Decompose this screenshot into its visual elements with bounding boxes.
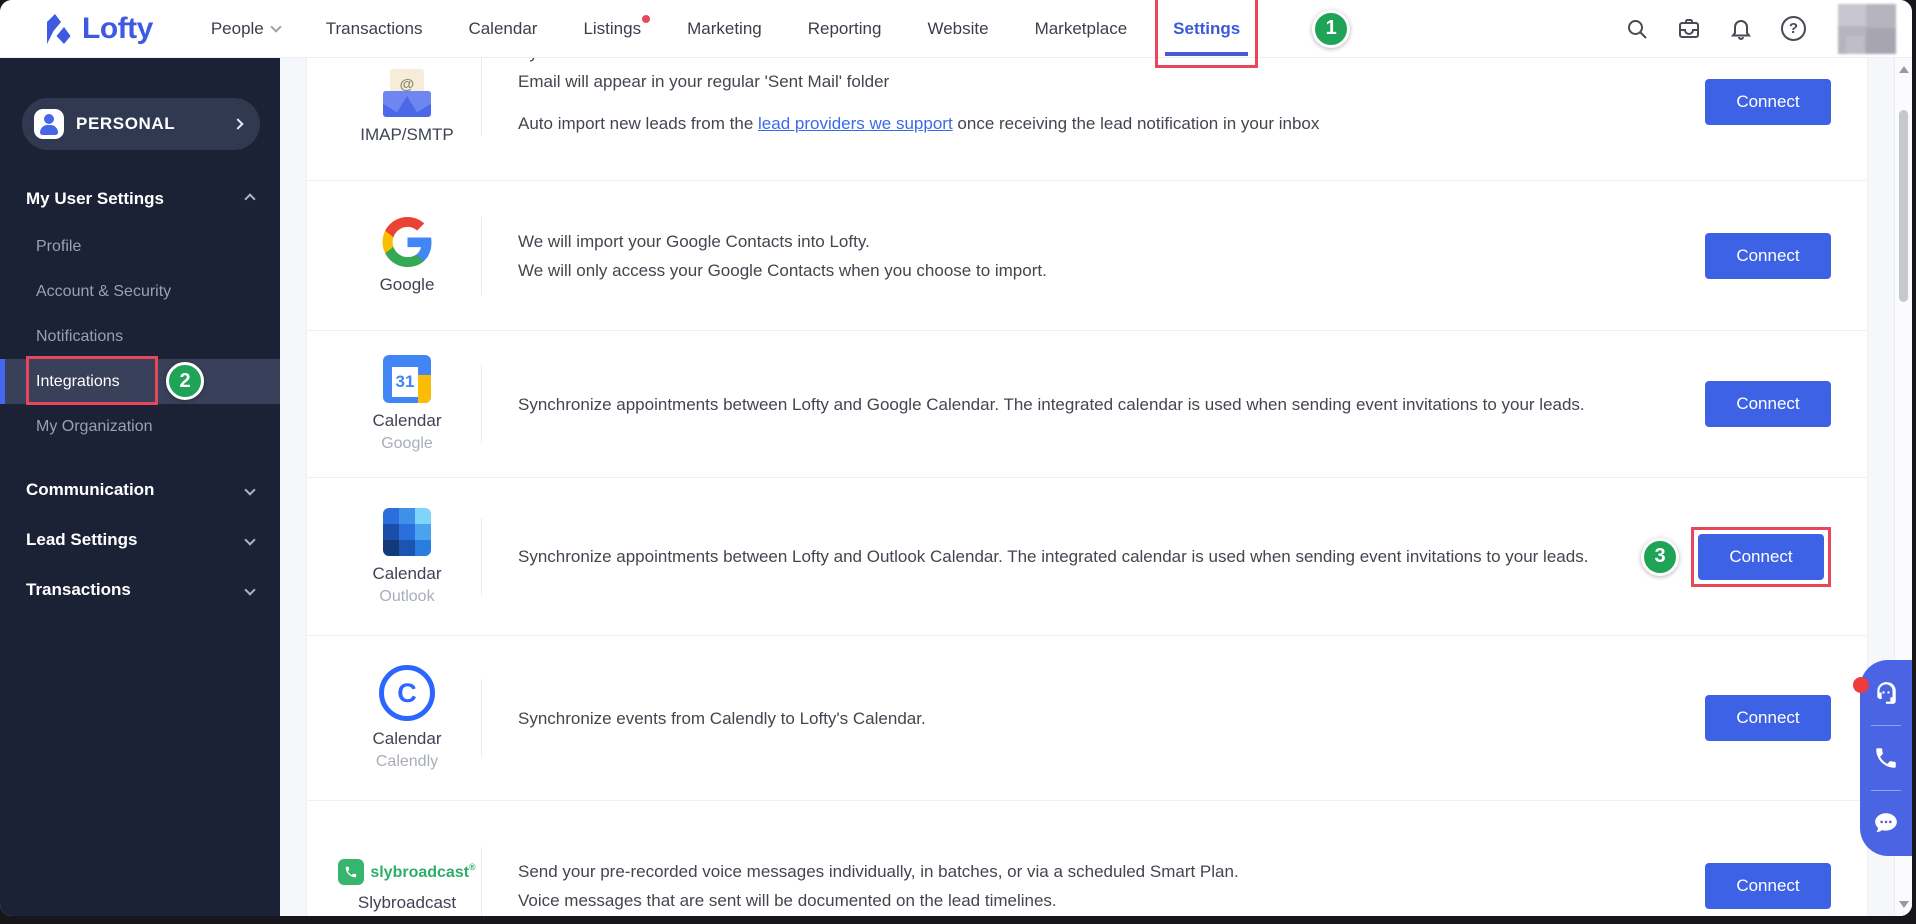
scrollbar-thumb[interactable] xyxy=(1899,110,1908,302)
integration-row-calendar-outlook: Calendar Outlook Synchronize appointment… xyxy=(307,478,1867,636)
integration-subname: Calendly xyxy=(375,753,439,770)
chevron-down-icon xyxy=(244,584,256,596)
integration-name: Calendar xyxy=(372,411,442,430)
annotation-badge-step3: 3 xyxy=(1641,537,1679,576)
integration-description: Sync Sent and Received Emails Email will… xyxy=(518,58,1320,133)
account-switcher[interactable]: PERSONAL xyxy=(22,98,260,150)
imap-smtp-icon: @ xyxy=(383,69,431,117)
integration-row-calendar-calendly: C Calendar Calendly Synchronize events f… xyxy=(307,636,1867,801)
annotation-badge-step2: 2 xyxy=(166,362,204,400)
google-calendar-icon: 31 xyxy=(383,355,431,403)
avatar[interactable] xyxy=(1838,3,1896,54)
lead-providers-link[interactable]: lead providers we support xyxy=(758,114,953,133)
sidebar-item-profile[interactable]: Profile xyxy=(0,224,280,269)
sidebar-section-my-user-settings[interactable]: My User Settings xyxy=(0,174,280,224)
sidebar-section-communication[interactable]: Communication xyxy=(0,465,280,515)
top-nav: Lofty People Transactions Calendar Listi… xyxy=(0,0,1912,68)
calendly-icon: C xyxy=(379,665,435,721)
brand-name: Lofty xyxy=(82,11,153,45)
nav-item-listings[interactable]: Listings xyxy=(583,14,651,39)
sidebar-item-notifications[interactable]: Notifications xyxy=(0,314,280,359)
integration-row-imap-smtp: @ IMAP/SMTP Sync Sent and Received Email… xyxy=(307,58,1867,181)
person-icon xyxy=(34,109,64,139)
scroll-up-arrow[interactable] xyxy=(1899,66,1909,73)
nav-item-calendar[interactable]: Calendar xyxy=(468,19,537,39)
search-icon[interactable] xyxy=(1625,17,1649,41)
widget-divider xyxy=(1871,724,1901,726)
integrations-list: @ IMAP/SMTP Sync Sent and Received Email… xyxy=(306,58,1868,916)
sidebar: PERSONAL My User Settings Profile Accoun… xyxy=(0,58,280,916)
connect-button-slybroadcast[interactable]: Connect xyxy=(1705,863,1831,909)
lofty-logo[interactable]: Lofty xyxy=(40,11,153,47)
integration-row-google: Google We will import your Google Contac… xyxy=(307,181,1867,331)
lofty-mark-icon xyxy=(47,13,71,44)
sidebar-item-integrations[interactable]: Integrations 2 xyxy=(0,356,280,405)
scroll-down-arrow[interactable] xyxy=(1899,901,1909,908)
phone-call-icon[interactable] xyxy=(1873,745,1899,771)
support-widget xyxy=(1853,660,1912,856)
connect-button-imap-smtp[interactable]: Connect xyxy=(1705,79,1831,125)
slybroadcast-logo: slybroadcast® xyxy=(338,859,476,885)
chat-bubble-icon[interactable] xyxy=(1873,810,1899,836)
integration-name: Slybroadcast xyxy=(357,893,457,912)
integration-description: Synchronize appointments between Lofty a… xyxy=(518,394,1585,414)
live-chat-support-icon[interactable] xyxy=(1873,680,1899,706)
integration-description: Synchronize events from Calendly to Loft… xyxy=(518,708,926,728)
nav-item-marketing[interactable]: Marketing xyxy=(687,19,762,39)
sidebar-item-account-security[interactable]: Account & Security xyxy=(0,269,280,314)
help-icon[interactable]: ? xyxy=(1781,16,1806,41)
sidebar-section-lead-settings[interactable]: Lead Settings xyxy=(0,515,280,565)
account-label: PERSONAL xyxy=(76,114,176,133)
nav-items: People Transactions Calendar Listings Ma… xyxy=(211,0,1351,68)
bell-icon[interactable] xyxy=(1729,17,1753,41)
chevron-right-icon xyxy=(232,118,244,130)
chevron-down-icon xyxy=(270,20,282,33)
sidebar-section-transactions[interactable]: Transactions xyxy=(0,565,280,615)
notification-dot xyxy=(642,14,651,23)
nav-item-people[interactable]: People xyxy=(211,19,282,39)
main-content: @ IMAP/SMTP Sync Sent and Received Email… xyxy=(280,58,1912,916)
sidebar-item-my-organization[interactable]: My Organization xyxy=(0,404,280,449)
nav-item-transactions[interactable]: Transactions xyxy=(326,19,423,39)
nav-item-settings[interactable]: Settings xyxy=(1173,19,1240,38)
integration-subname: Outlook xyxy=(379,587,435,605)
inbox-icon[interactable] xyxy=(1677,17,1701,41)
active-tab-indicator xyxy=(1165,51,1249,56)
connect-button-calendar-google[interactable]: Connect xyxy=(1705,381,1831,427)
integration-description: We will import your Google Contacts into… xyxy=(518,231,1047,280)
integration-name: Calendar xyxy=(372,729,442,748)
connect-button-calendar-outlook[interactable]: Connect xyxy=(1698,533,1824,580)
connect-button-google[interactable]: Connect xyxy=(1705,232,1831,279)
annotation-box-step3: Connect xyxy=(1691,526,1831,587)
outlook-calendar-icon xyxy=(383,507,431,556)
widget-notification-dot xyxy=(1853,677,1869,693)
nav-item-marketplace[interactable]: Marketplace xyxy=(1035,19,1128,39)
phone-icon xyxy=(338,859,365,885)
nav-right-icons: ? xyxy=(1625,3,1912,54)
integration-name: IMAP/SMTP xyxy=(360,125,454,144)
chevron-down-icon xyxy=(244,484,256,496)
nav-item-website[interactable]: Website xyxy=(927,19,988,39)
google-icon xyxy=(382,216,432,267)
chevron-down-icon xyxy=(244,534,256,546)
connect-button-calendar-calendly[interactable]: Connect xyxy=(1705,695,1831,741)
annotation-badge-step1: 1 xyxy=(1312,9,1351,48)
app-window: Lofty People Transactions Calendar Listi… xyxy=(0,0,1912,916)
chevron-up-icon xyxy=(244,193,256,205)
widget-divider xyxy=(1871,790,1901,792)
integration-description: Send your pre-recorded voice messages in… xyxy=(518,862,1239,910)
integration-subname: Google xyxy=(381,435,433,452)
integration-description: Synchronize appointments between Lofty a… xyxy=(518,547,1589,566)
nav-item-reporting[interactable]: Reporting xyxy=(808,19,882,39)
integration-name: Calendar xyxy=(372,563,442,583)
integration-name: Google xyxy=(379,274,435,294)
integration-row-calendar-google: 31 Calendar Google Synchronize appointme… xyxy=(307,331,1867,478)
integration-row-slybroadcast: slybroadcast® Slybroadcast Send your pre… xyxy=(307,801,1867,916)
